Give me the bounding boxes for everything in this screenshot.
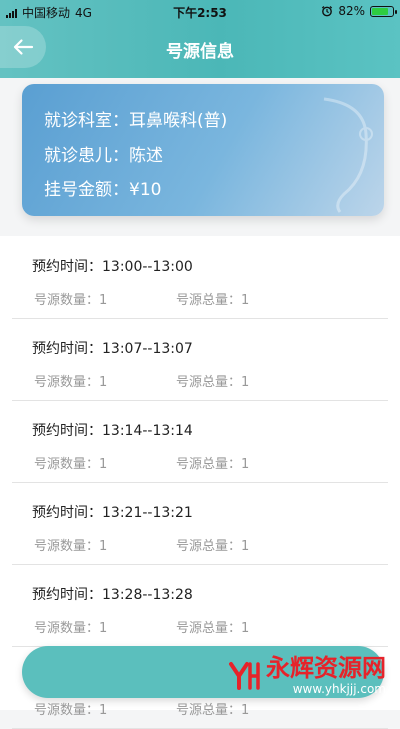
- battery-percent: 82%: [338, 4, 365, 18]
- slot-total: 1: [241, 375, 250, 390]
- confirm-button[interactable]: [22, 646, 384, 698]
- slot-time: 13:28--13:28: [102, 587, 193, 603]
- slot-count-row: 号源数量：1: [34, 371, 107, 390]
- slot-time-label: 预约时间：: [32, 341, 102, 357]
- fee-row: 挂号金额：¥10: [44, 175, 161, 200]
- slot-total-label: 号源总量：: [176, 293, 242, 308]
- slot-time-row: 预约时间：13:07--13:07: [32, 338, 193, 358]
- slot-time-row: 预约时间：13:21--13:21: [32, 502, 193, 522]
- header: 中国移动 4G 下午2:53 82% 号源信息: [0, 0, 400, 78]
- slot-count-row: 号源数量：1: [34, 699, 107, 718]
- slot-total: 1: [241, 539, 250, 554]
- slot-count: 1: [99, 375, 108, 390]
- slot-total: 1: [241, 621, 250, 636]
- patient-row: 就诊患儿：陈述: [44, 141, 163, 166]
- slot-total: 1: [241, 293, 250, 308]
- fee-label: 挂号金额：: [44, 180, 129, 200]
- slot-time: 13:14--13:14: [102, 423, 193, 439]
- slot-total-label: 号源总量：: [176, 539, 242, 554]
- slot-total-row: 号源总量：1: [176, 371, 249, 390]
- slot-time-row: 预约时间：13:00--13:00: [32, 256, 193, 276]
- slot-total-label: 号源总量：: [176, 703, 242, 718]
- slot-count-label: 号源数量：: [34, 375, 100, 390]
- battery-level: [372, 7, 388, 15]
- slot-total: 1: [241, 703, 250, 718]
- slot-item[interactable]: 预约时间：13:28--13:28 号源数量：1 号源总量：1: [12, 564, 388, 647]
- department-value: 耳鼻喉科(普): [129, 111, 228, 131]
- slot-total: 1: [241, 457, 250, 472]
- slot-time-label: 预约时间：: [32, 423, 102, 439]
- slot-count: 1: [99, 703, 108, 718]
- department-row: 就诊科室：耳鼻喉科(普): [44, 106, 227, 131]
- slot-total-row: 号源总量：1: [176, 535, 249, 554]
- slot-count-row: 号源数量：1: [34, 535, 107, 554]
- slot-time-label: 预约时间：: [32, 259, 102, 275]
- nav-bar: 号源信息: [0, 24, 400, 76]
- page-title: 号源信息: [166, 42, 234, 62]
- slot-count-row: 号源数量：1: [34, 617, 107, 636]
- slot-count-row: 号源数量：1: [34, 289, 107, 308]
- slot-total-row: 号源总量：1: [176, 453, 249, 472]
- stethoscope-decoration: [323, 97, 373, 213]
- status-right: 82%: [321, 4, 397, 18]
- slot-count-row: 号源数量：1: [34, 453, 107, 472]
- department-label: 就诊科室：: [44, 111, 129, 131]
- slot-total-label: 号源总量：: [176, 457, 242, 472]
- status-bar: 中国移动 4G 下午2:53 82%: [0, 0, 400, 22]
- slot-total-label: 号源总量：: [176, 621, 242, 636]
- slot-time-label: 预约时间：: [32, 587, 102, 603]
- slot-count-label: 号源数量：: [34, 703, 100, 718]
- slot-time: 13:21--13:21: [102, 505, 193, 521]
- slot-count: 1: [99, 457, 108, 472]
- patient-label: 就诊患儿：: [44, 146, 129, 166]
- appointment-summary-card: 就诊科室：耳鼻喉科(普) 就诊患儿：陈述 挂号金额：¥10: [22, 84, 384, 216]
- battery-icon: [370, 5, 397, 17]
- slot-time-row: 预约时间：13:28--13:28: [32, 584, 193, 604]
- slot-time: 13:00--13:00: [102, 259, 193, 275]
- fee-value: ¥10: [129, 180, 162, 200]
- slot-item[interactable]: 预约时间：13:00--13:00 号源数量：1 号源总量：1: [12, 236, 388, 319]
- slot-count-label: 号源数量：: [34, 621, 100, 636]
- slot-count-label: 号源数量：: [34, 457, 100, 472]
- slot-item[interactable]: 预约时间：13:07--13:07 号源数量：1 号源总量：1: [12, 318, 388, 401]
- slot-time-label: 预约时间：: [32, 505, 102, 521]
- patient-value: 陈述: [129, 146, 163, 166]
- slot-item[interactable]: 预约时间：13:21--13:21 号源数量：1 号源总量：1: [12, 482, 388, 565]
- slot-time-row: 预约时间：13:14--13:14: [32, 420, 193, 440]
- slot-count-label: 号源数量：: [34, 539, 100, 554]
- slot-list: 预约时间：13:00--13:00 号源数量：1 号源总量：1 预约时间：13:…: [0, 236, 400, 729]
- slot-total-row: 号源总量：1: [176, 617, 249, 636]
- alarm-icon: [322, 6, 333, 17]
- slot-count: 1: [99, 293, 108, 308]
- slot-total-label: 号源总量：: [176, 375, 242, 390]
- slot-count: 1: [99, 539, 108, 554]
- slot-count: 1: [99, 621, 108, 636]
- slot-item[interactable]: 预约时间：13:14--13:14 号源数量：1 号源总量：1: [12, 400, 388, 483]
- slot-count-label: 号源数量：: [34, 293, 100, 308]
- slot-total-row: 号源总量：1: [176, 699, 249, 718]
- slot-total-row: 号源总量：1: [176, 289, 249, 308]
- slot-time: 13:07--13:07: [102, 341, 193, 357]
